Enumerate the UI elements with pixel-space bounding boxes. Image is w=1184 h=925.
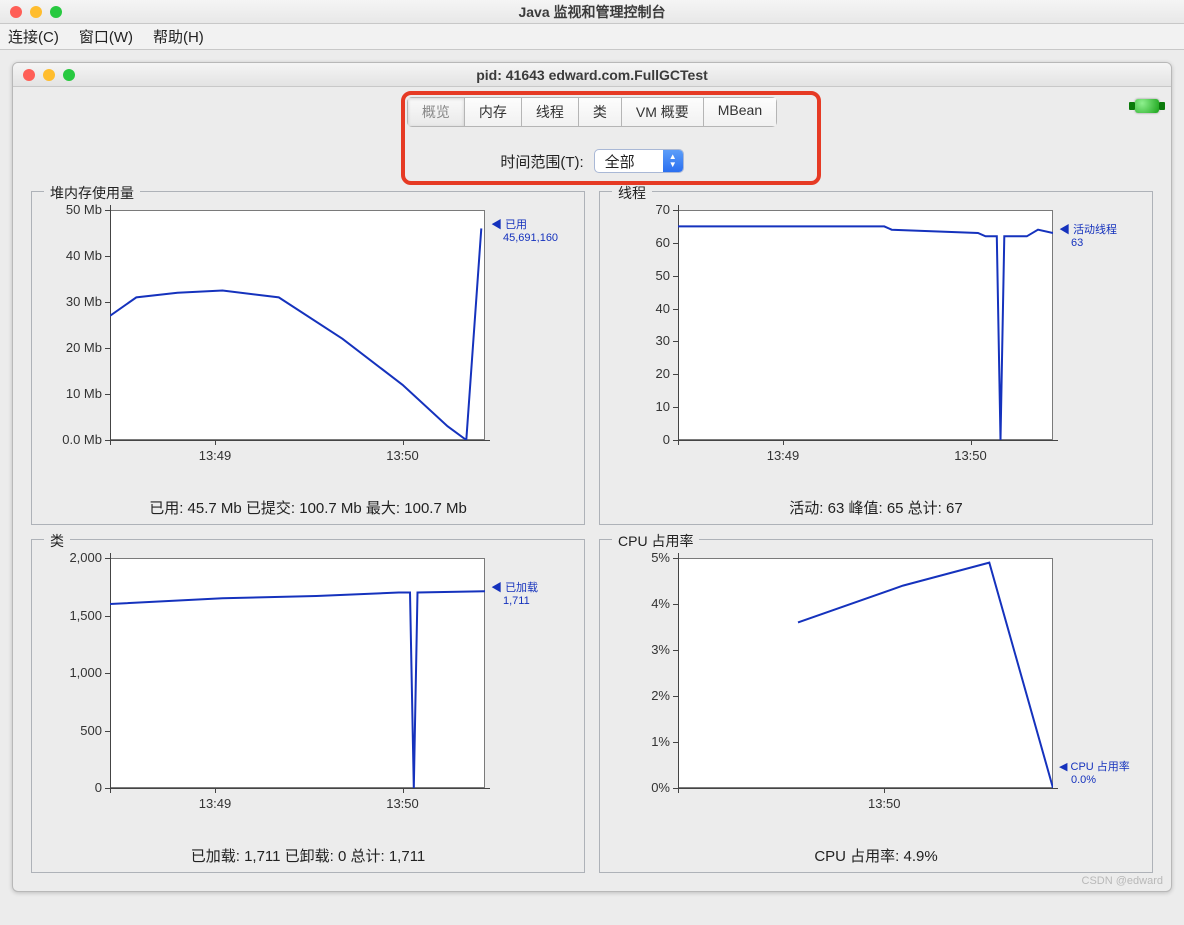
y-tick-label: 50 Mb xyxy=(32,202,102,217)
x-tick-label: 13:50 xyxy=(373,796,433,811)
y-tick-label: 10 xyxy=(600,399,670,414)
y-tick-label: 40 Mb xyxy=(32,248,102,263)
y-tick-label: 10 Mb xyxy=(32,386,102,401)
tab-mbean[interactable]: MBean xyxy=(703,97,777,127)
panel-cpu: CPU 占用率 0%1%2%3%4%5%13:50◀ CPU 占用率0.0%CP… xyxy=(599,539,1153,873)
y-tick-label: 30 xyxy=(600,333,670,348)
y-tick-label: 500 xyxy=(32,723,102,738)
menu-help[interactable]: 帮助(H) xyxy=(153,26,204,47)
y-tick-label: 4% xyxy=(600,596,670,611)
segmented-tabs: 概览 内存 线程 类 VM 概要 MBean xyxy=(407,97,777,127)
connection-status-icon[interactable] xyxy=(1135,99,1159,113)
outer-titlebar: Java 监视和管理控制台 xyxy=(0,0,1184,24)
x-tick-label: 13:50 xyxy=(854,796,914,811)
x-tick-label: 13:49 xyxy=(185,448,245,463)
chart-line xyxy=(110,210,485,440)
y-tick-label: 5% xyxy=(600,550,670,565)
inner-titlebar: pid: 41643 edward.com.FullGCTest xyxy=(13,63,1171,87)
tab-memory[interactable]: 内存 xyxy=(464,97,521,127)
menu-connect[interactable]: 连接(C) xyxy=(8,26,59,47)
y-tick-label: 0% xyxy=(600,780,670,795)
chevron-updown-icon: ▲▼ xyxy=(663,150,683,172)
panel-title: 类 xyxy=(44,531,70,551)
time-range-row: 时间范围(T): 全部 ▲▼ xyxy=(13,149,1171,173)
y-tick-label: 2,000 xyxy=(32,550,102,565)
y-tick-label: 0 xyxy=(32,780,102,795)
y-tick-label: 60 xyxy=(600,235,670,250)
y-tick-label: 0.0 Mb xyxy=(32,432,102,447)
panel-threads: 线程 01020304050607013:4913:50◀ 活动线程63活动: … xyxy=(599,191,1153,525)
chart-line xyxy=(678,210,1053,440)
panel-title: 线程 xyxy=(612,183,652,203)
inner-window: pid: 41643 edward.com.FullGCTest 概览 内存 线… xyxy=(12,62,1172,892)
y-tick-label: 1,000 xyxy=(32,665,102,680)
inner-window-title: pid: 41643 edward.com.FullGCTest xyxy=(13,67,1171,83)
tab-overview[interactable]: 概览 xyxy=(407,97,464,127)
x-tick-label: 13:49 xyxy=(753,448,813,463)
window-title: Java 监视和管理控制台 xyxy=(0,2,1184,22)
chart-summary: 已用: 45.7 Mb 已提交: 100.7 Mb 最大: 100.7 Mb xyxy=(32,497,584,518)
panel-heap: 堆内存使用量 0.0 Mb10 Mb20 Mb30 Mb40 Mb50 Mb13… xyxy=(31,191,585,525)
y-tick-label: 1% xyxy=(600,734,670,749)
chart-legend: ◀ 已加载1,711 xyxy=(491,579,538,607)
chart-summary: 已加载: 1,711 已卸载: 0 总计: 1,711 xyxy=(32,845,584,866)
y-tick-label: 50 xyxy=(600,268,670,283)
panel-title: 堆内存使用量 xyxy=(44,183,140,203)
y-tick-label: 0 xyxy=(600,432,670,447)
tab-vm-summary[interactable]: VM 概要 xyxy=(621,97,703,127)
chart-summary: CPU 占用率: 4.9% xyxy=(600,845,1152,866)
chart-line xyxy=(110,558,485,788)
watermark: CSDN @edward xyxy=(1082,875,1163,887)
workspace: pid: 41643 edward.com.FullGCTest 概览 内存 线… xyxy=(0,50,1184,904)
chart-legend: ◀ 已用45,691,160 xyxy=(491,216,558,244)
y-tick-label: 30 Mb xyxy=(32,294,102,309)
time-range-label: 时间范围(T): xyxy=(500,151,583,172)
chart-line xyxy=(678,558,1053,788)
y-tick-label: 1,500 xyxy=(32,608,102,623)
x-tick-label: 13:50 xyxy=(373,448,433,463)
x-tick-label: 13:50 xyxy=(941,448,1001,463)
chart-legend: ◀ CPU 占用率0.0% xyxy=(1059,758,1130,786)
y-tick-label: 40 xyxy=(600,301,670,316)
y-tick-label: 3% xyxy=(600,642,670,657)
menubar: 连接(C) 窗口(W) 帮助(H) xyxy=(0,24,1184,50)
y-tick-label: 70 xyxy=(600,202,670,217)
panel-title: CPU 占用率 xyxy=(612,531,699,551)
charts-grid: 堆内存使用量 0.0 Mb10 Mb20 Mb30 Mb40 Mb50 Mb13… xyxy=(31,191,1153,873)
x-tick-label: 13:49 xyxy=(185,796,245,811)
tab-threads[interactable]: 线程 xyxy=(521,97,578,127)
time-range-select[interactable]: 全部 ▲▼ xyxy=(594,149,684,173)
time-range-value: 全部 xyxy=(595,151,663,172)
y-tick-label: 2% xyxy=(600,688,670,703)
tabs-row: 概览 内存 线程 类 VM 概要 MBean xyxy=(13,97,1171,127)
tab-classes[interactable]: 类 xyxy=(578,97,621,127)
panel-classes: 类 05001,0001,5002,00013:4913:50◀ 已加载1,71… xyxy=(31,539,585,873)
chart-legend: ◀ 活动线程63 xyxy=(1059,221,1117,249)
y-tick-label: 20 xyxy=(600,366,670,381)
menu-window[interactable]: 窗口(W) xyxy=(79,26,133,47)
y-tick-label: 20 Mb xyxy=(32,340,102,355)
chart-summary: 活动: 63 峰值: 65 总计: 67 xyxy=(600,497,1152,518)
